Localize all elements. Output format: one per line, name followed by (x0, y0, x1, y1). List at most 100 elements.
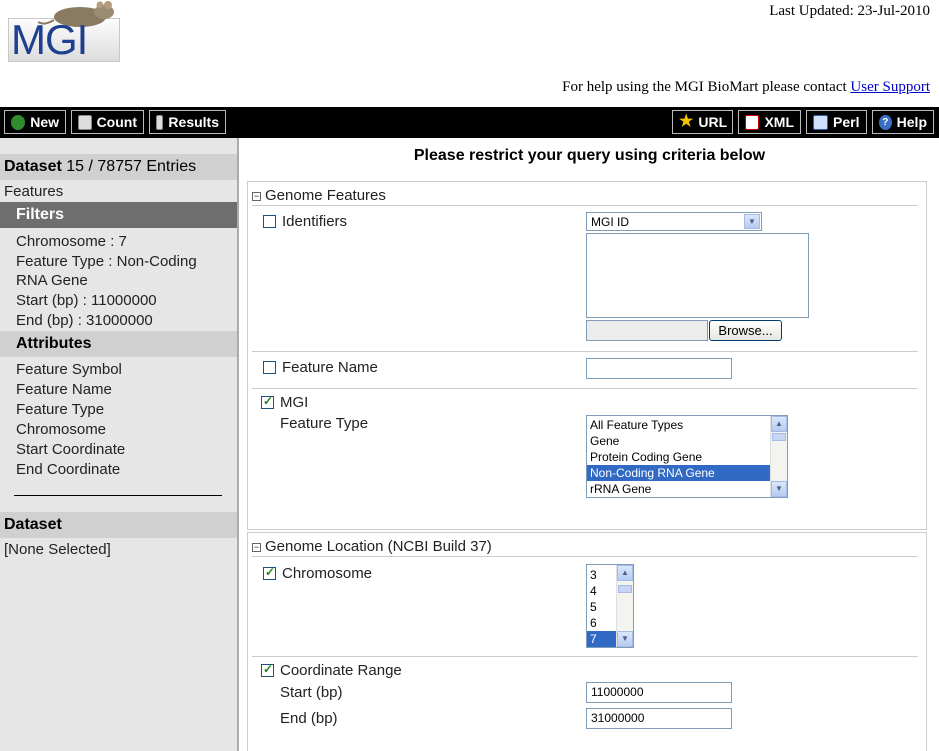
results-label: Results (168, 114, 219, 130)
list-option[interactable]: Protein Coding Gene (587, 449, 771, 465)
chevron-down-icon[interactable]: ▼ (744, 214, 760, 229)
divider (252, 388, 918, 389)
calculator-icon (78, 114, 92, 130)
identifiers-label: Identifiers (282, 213, 348, 230)
new-label: New (30, 114, 59, 130)
attribute-item: Feature Name (16, 381, 112, 398)
help-button[interactable]: ? Help (872, 110, 934, 134)
list-option[interactable]: 6 (587, 615, 617, 631)
scroll-up-icon[interactable]: ▲ (771, 416, 787, 432)
url-label: URL (698, 114, 728, 130)
collapse-icon[interactable]: − (252, 543, 261, 552)
genome-features-title: Genome Features (265, 187, 386, 204)
divider (252, 351, 918, 352)
end-label: End (bp) (280, 710, 338, 727)
coordinate-range-checkbox[interactable] (261, 662, 274, 677)
xml-button[interactable]: XML (738, 110, 801, 134)
collapse-icon[interactable]: − (252, 192, 261, 201)
feature-type-list[interactable]: All Feature Types Gene Protein Coding Ge… (586, 415, 788, 498)
scroll-thumb[interactable] (772, 433, 786, 441)
divider (252, 205, 918, 206)
mgi-logo[interactable]: MGI (8, 0, 120, 62)
list-option[interactable]: All Feature Types (587, 417, 771, 433)
last-updated: Last Updated: 23-Jul-2010 (769, 3, 930, 19)
genome-features-header[interactable]: − Genome Features (252, 187, 386, 204)
page-title: Please restrict your query using criteri… (413, 147, 766, 164)
filter-feature-type-cont: RNA Gene (16, 272, 88, 289)
scrollbar[interactable]: ▲ ▼ (616, 565, 633, 647)
dataset2-header[interactable]: Dataset (0, 512, 237, 538)
results-button[interactable]: Results (149, 110, 226, 134)
attribute-item: Feature Type (16, 401, 105, 418)
feature-name-label: Feature Name (282, 359, 378, 376)
browse-button[interactable]: Browse... (709, 320, 782, 341)
count-label: Count (96, 114, 137, 130)
help-icon: ? (879, 114, 892, 130)
identifiers-checkbox[interactable] (263, 215, 276, 228)
scroll-up-icon[interactable]: ▲ (617, 565, 633, 581)
script-icon (813, 114, 828, 130)
dataset-name[interactable]: Features (4, 183, 63, 200)
list-option[interactable]: rRNA Gene (587, 481, 771, 497)
attribute-item: End Coordinate (16, 461, 121, 478)
mgi-checkbox[interactable] (261, 394, 274, 409)
dataset-label: Dataset (4, 158, 62, 175)
divider (252, 556, 918, 557)
genome-features-panel: − Genome Features Identifiers MGI ID ▼ Br… (247, 181, 927, 530)
star-icon: ★ (679, 112, 694, 130)
dataset-header[interactable]: Dataset 15 / 78757 Entries (0, 154, 237, 180)
sidebar: Dataset 15 / 78757 Entries Features Filt… (0, 138, 239, 751)
list-option[interactable]: 3 (587, 567, 617, 583)
scroll-thumb[interactable] (618, 585, 632, 593)
coordinate-range-label: Coordinate Range (280, 662, 402, 679)
filter-chromosome: Chromosome : 7 (16, 233, 127, 250)
xml-icon (745, 114, 760, 130)
feature-type-label: Feature Type (280, 415, 369, 432)
dataset-count: 15 / 78757 Entries (66, 158, 197, 175)
feature-name-checkbox[interactable] (263, 361, 276, 374)
sidebar-divider (14, 495, 222, 496)
attribute-item: Feature Symbol (16, 361, 122, 378)
identifiers-textarea[interactable] (586, 233, 809, 318)
start-label: Start (bp) (280, 684, 343, 701)
count-button[interactable]: Count (71, 110, 144, 134)
toolbar: New Count Results ★ URL XML Perl ? Help (0, 107, 939, 138)
genome-location-header[interactable]: − Genome Location (NCBI Build 37) (252, 538, 492, 555)
perl-label: Perl (833, 114, 860, 130)
filters-header[interactable]: Filters (0, 202, 237, 228)
scroll-down-icon[interactable]: ▼ (771, 481, 787, 497)
url-button[interactable]: ★ URL (672, 110, 733, 134)
dataset2-value[interactable]: [None Selected] (4, 541, 111, 558)
list-option[interactable]: Gene (587, 433, 771, 449)
help-text: For help using the MGI BioMart please co… (562, 79, 847, 95)
logo-text: MGI (11, 16, 88, 63)
filter-feature-type: Feature Type : Non-Coding (16, 253, 197, 270)
chromosome-checkbox[interactable] (263, 565, 276, 580)
file-path-field[interactable] (586, 320, 708, 341)
user-support-link[interactable]: User Support (850, 79, 930, 95)
xml-label: XML (764, 114, 794, 130)
list-option-selected[interactable]: Non-Coding RNA Gene (587, 465, 771, 481)
perl-button[interactable]: Perl (806, 110, 867, 134)
chromosome-list[interactable]: 3 4 5 6 7 ▲ ▼ (586, 564, 634, 648)
attributes-header[interactable]: Attributes (0, 331, 237, 357)
start-input[interactable]: 11000000 (586, 682, 732, 703)
attribute-item: Start Coordinate (16, 441, 126, 458)
mgi-label: MGI (280, 394, 309, 411)
genome-location-title: Genome Location (NCBI Build 37) (265, 538, 492, 555)
scroll-down-icon[interactable]: ▼ (617, 631, 633, 647)
list-option-selected[interactable]: 7 (587, 631, 617, 647)
identifiers-select[interactable]: MGI ID ▼ (586, 212, 762, 231)
filter-end: End (bp) : 31000000 (16, 312, 153, 329)
scrollbar[interactable]: ▲ ▼ (770, 416, 787, 497)
list-option[interactable]: 4 (587, 583, 617, 599)
list-option[interactable]: 5 (587, 599, 617, 615)
chromosome-label: Chromosome (282, 565, 373, 582)
new-button[interactable]: New (4, 110, 66, 134)
divider (252, 656, 918, 657)
end-input[interactable]: 31000000 (586, 708, 732, 729)
filter-start: Start (bp) : 11000000 (16, 292, 157, 309)
table-icon (156, 114, 164, 130)
refresh-icon (11, 114, 26, 130)
feature-name-input[interactable] (586, 358, 732, 379)
